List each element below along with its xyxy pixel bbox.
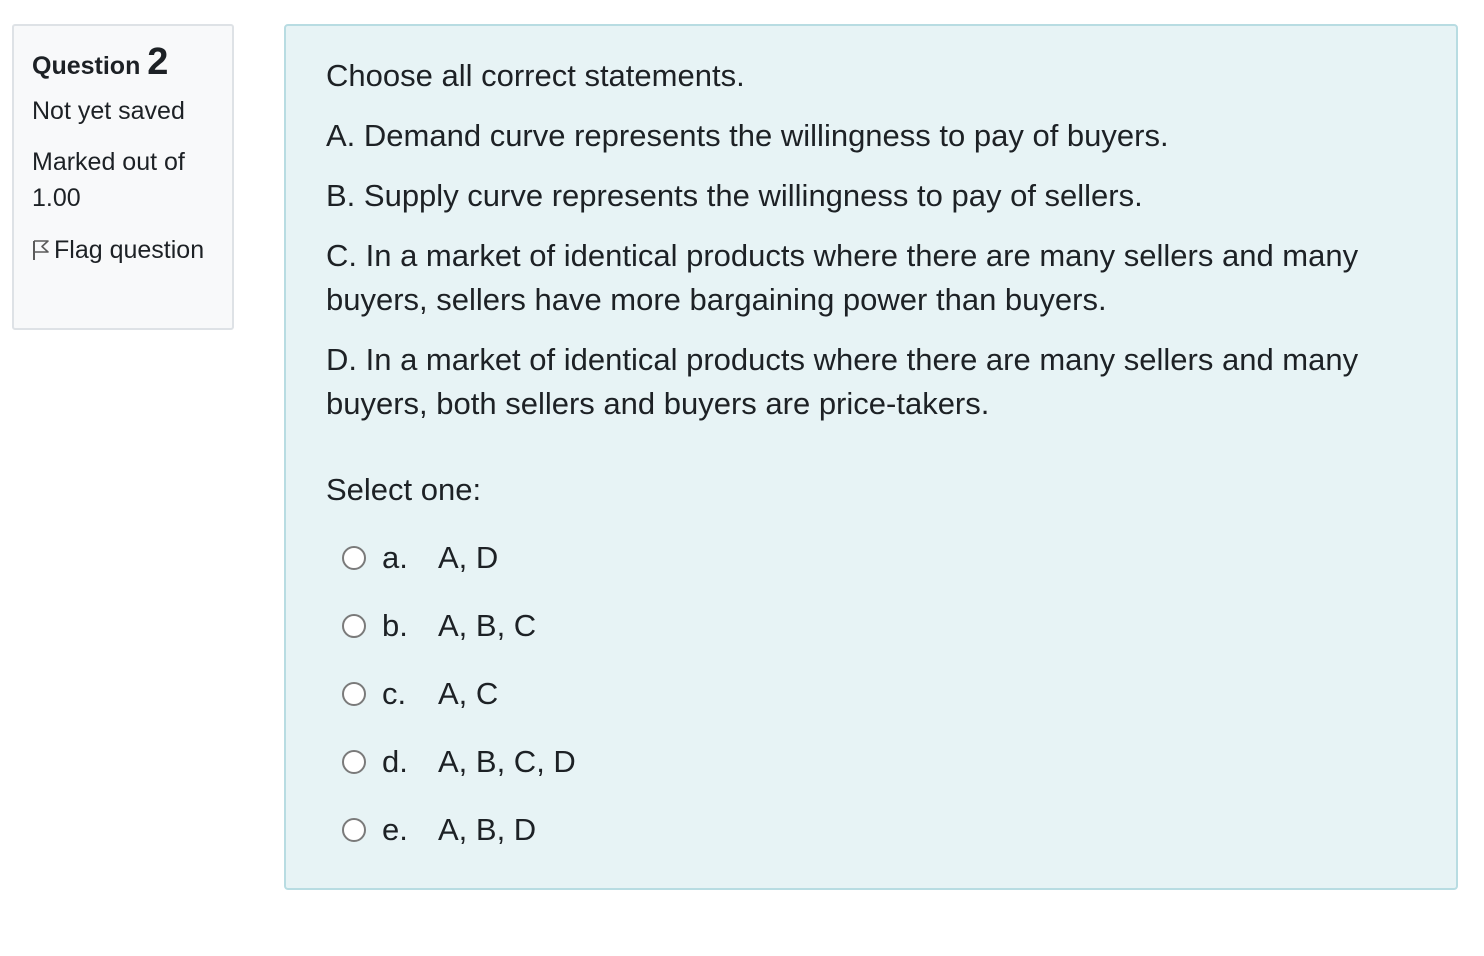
option-text: A, D xyxy=(438,540,499,575)
radio-button-b[interactable] xyxy=(342,614,366,638)
flag-question-link[interactable]: Flag question xyxy=(32,232,214,268)
option-letter: d. xyxy=(382,744,408,779)
select-one-prompt: Select one: xyxy=(326,472,482,507)
question-state: Not yet saved xyxy=(32,97,185,125)
radio-button-c[interactable] xyxy=(342,682,366,706)
question-info-panel: Question 2 Not yet saved Marked out of 1… xyxy=(12,24,234,330)
option-letter: a. xyxy=(382,540,408,575)
answer-option-e[interactable]: e. A, B, D xyxy=(342,796,1416,864)
flag-icon xyxy=(33,240,49,260)
radio-button-d[interactable] xyxy=(342,750,366,774)
question-text: Choose all correct statements. A. Demand… xyxy=(326,54,1416,426)
answer-option-d[interactable]: d. A, B, C, D xyxy=(342,728,1416,796)
statement-d: D. In a market of identical products whe… xyxy=(326,342,1359,421)
radio-button-a[interactable] xyxy=(342,546,366,570)
question-grade: Marked out of 1.00 xyxy=(32,148,185,212)
answer-option-a[interactable]: a. A, D xyxy=(342,524,1416,592)
option-letter: b. xyxy=(382,608,408,643)
question-content: Choose all correct statements. A. Demand… xyxy=(284,24,1458,890)
option-text: A, C xyxy=(438,676,499,711)
question-heading: Question 2 xyxy=(32,41,214,84)
answer-option-b[interactable]: b. A, B, C xyxy=(342,592,1416,660)
option-text: A, B, C, D xyxy=(438,744,576,779)
option-letter: c. xyxy=(382,676,407,711)
option-text: A, B, C xyxy=(438,608,537,643)
radio-button-e[interactable] xyxy=(342,818,366,842)
option-letter: e. xyxy=(382,812,408,847)
answer-options: a. A, D b. A, B, C c. A, C d. A, B, C, D… xyxy=(326,524,1416,864)
statement-a: A. Demand curve represents the willingne… xyxy=(326,118,1169,153)
statement-c: C. In a market of identical products whe… xyxy=(326,238,1359,317)
option-text: A, B, D xyxy=(438,812,537,847)
question-instruction: Choose all correct statements. xyxy=(326,58,745,93)
question-number: 2 xyxy=(147,41,169,83)
answer-option-c[interactable]: c. A, C xyxy=(342,660,1416,728)
flag-question-label: Flag question xyxy=(54,236,205,264)
statement-b: B. Supply curve represents the willingne… xyxy=(326,178,1143,213)
question-word: Question xyxy=(32,52,141,80)
